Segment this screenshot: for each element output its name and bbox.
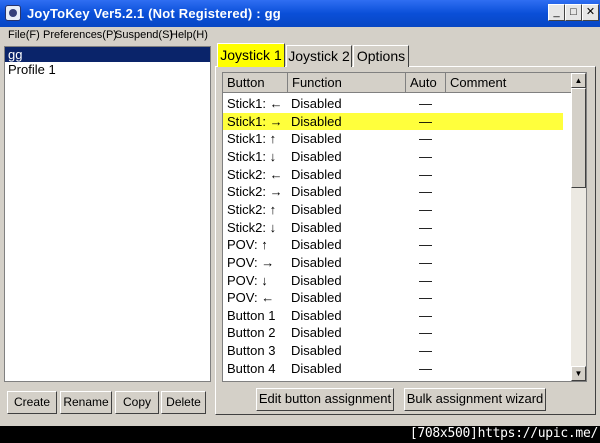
row-auto-cell: — — [419, 166, 432, 182]
profile-list[interactable]: gg Profile 1 — [4, 46, 211, 382]
row-function-cell: Disabled — [291, 360, 342, 376]
scrollbar-thumb[interactable] — [571, 88, 586, 188]
row-button-cell: Button 3 — [227, 343, 276, 359]
row-button-cell: POV: ← — [227, 290, 275, 306]
row-button-cell: Stick2: ↑ — [227, 201, 277, 217]
table-row[interactable]: Stick1: ↓ Disabled — — [223, 148, 563, 166]
scroll-down-icon[interactable]: ▼ — [571, 366, 586, 381]
row-auto-cell: — — [419, 113, 432, 129]
table-row[interactable]: Stick2: ↓ Disabled — — [223, 219, 563, 237]
row-function-cell: Disabled — [291, 148, 342, 164]
edit-button-assignment-button[interactable]: Edit button assignment — [256, 388, 394, 411]
table-row[interactable]: Button 3 Disabled — — [223, 342, 563, 360]
row-auto-cell: — — [419, 219, 432, 235]
row-button-cell: Button 2 — [227, 325, 276, 341]
menu-bar: File(F) Preferences(P) Suspend(S) Help(H… — [0, 27, 600, 44]
row-button-cell: Stick2: → — [227, 184, 283, 200]
column-header-comment[interactable]: Comment — [446, 73, 572, 93]
menu-file[interactable]: File(F) — [8, 29, 40, 41]
column-header-function[interactable]: Function — [288, 73, 406, 93]
row-auto-cell: — — [419, 201, 432, 217]
image-host-watermark: [708x500]https://upic.me/ — [409, 426, 598, 441]
row-button-cell: Stick1: ← — [227, 96, 283, 111]
row-button-cell: Stick1: ↓ — [227, 148, 277, 164]
title-bar[interactable]: JoyToKey Ver5.2.1 (Not Registered) : gg … — [0, 0, 600, 27]
table-row[interactable]: Stick2: ↑ Disabled — — [223, 201, 563, 219]
row-auto-cell: — — [419, 325, 432, 341]
row-auto-cell: — — [419, 254, 432, 270]
app-window: JoyToKey Ver5.2.1 (Not Registered) : gg … — [0, 0, 600, 426]
row-function-cell: Disabled — [291, 201, 342, 217]
column-header-auto[interactable]: Auto — [406, 73, 446, 93]
row-function-cell: Disabled — [291, 325, 342, 341]
table-row[interactable]: POV: → Disabled — — [223, 254, 563, 272]
row-auto-cell: — — [419, 96, 432, 111]
table-row[interactable]: POV: ↑ Disabled — — [223, 236, 563, 254]
window-title: JoyToKey Ver5.2.1 (Not Registered) : gg — [27, 6, 281, 21]
row-auto-cell: — — [419, 131, 432, 147]
create-profile-button[interactable]: Create — [7, 391, 57, 414]
table-row[interactable]: Button 1 Disabled — — [223, 307, 563, 325]
table-row[interactable]: Button 2 Disabled — — [223, 324, 563, 342]
row-auto-cell: — — [419, 307, 432, 323]
row-function-cell: Disabled — [291, 272, 342, 288]
joystick-app-icon[interactable] — [5, 5, 21, 21]
row-auto-cell: — — [419, 343, 432, 359]
row-function-cell: Disabled — [291, 343, 342, 359]
menu-suspend[interactable]: Suspend(S) — [115, 29, 173, 41]
table-row[interactable]: Stick1: ↑ Disabled — — [223, 130, 563, 148]
row-function-cell: Disabled — [291, 184, 342, 200]
table-row[interactable]: Stick2: ← Disabled — — [223, 166, 563, 184]
row-function-cell: Disabled — [291, 237, 342, 253]
vertical-scrollbar[interactable]: ▲ ▼ — [571, 73, 586, 381]
tab-options[interactable]: Options — [353, 45, 409, 67]
row-button-cell: Stick2: ← — [227, 166, 283, 182]
close-button[interactable]: ✕ — [582, 4, 599, 21]
row-button-cell: Button 4 — [227, 360, 276, 376]
table-row[interactable]: POV: ← Disabled — — [223, 289, 563, 307]
row-button-cell: POV: ↑ — [227, 237, 268, 253]
scroll-up-icon[interactable]: ▲ — [571, 73, 586, 88]
assignment-table[interactable]: Button Function Auto Comment Stick1: ← Di… — [222, 72, 587, 382]
table-row[interactable]: Stick2: → Disabled — — [223, 183, 563, 201]
tab-joystick-2[interactable]: Joystick 2 — [286, 45, 352, 67]
row-auto-cell: — — [419, 184, 432, 200]
menu-preferences[interactable]: Preferences(P) — [43, 29, 117, 41]
column-header-button[interactable]: Button — [223, 73, 288, 93]
minimize-button[interactable]: _ — [548, 4, 565, 21]
row-function-cell: Disabled — [291, 290, 342, 306]
menu-help[interactable]: Help(H) — [170, 29, 208, 41]
table-header: Button Function Auto Comment — [223, 73, 572, 93]
copy-profile-button[interactable]: Copy — [115, 391, 159, 414]
row-auto-cell: — — [419, 360, 432, 376]
row-button-cell: Stick1: → — [227, 113, 283, 129]
row-function-cell: Disabled — [291, 219, 342, 235]
row-function-cell: Disabled — [291, 166, 342, 182]
row-button-cell: Stick2: ↓ — [227, 219, 277, 235]
tab-joystick-1[interactable]: Joystick 1 — [217, 43, 285, 67]
profile-item[interactable]: Profile 1 — [5, 62, 210, 77]
table-row[interactable]: POV: ↓ Disabled — — [223, 272, 563, 290]
table-row[interactable]: Stick1: ← Disabled — — [223, 95, 563, 113]
row-auto-cell: — — [419, 272, 432, 288]
row-auto-cell: — — [419, 237, 432, 253]
table-row[interactable]: Button 4 Disabled — — [223, 360, 563, 378]
maximize-button[interactable]: □ — [565, 4, 582, 21]
row-function-cell: Disabled — [291, 254, 342, 270]
row-function-cell: Disabled — [291, 113, 342, 129]
row-function-cell: Disabled — [291, 131, 342, 147]
row-button-cell: POV: ↓ — [227, 272, 268, 288]
profile-item[interactable]: gg — [5, 47, 210, 62]
row-button-cell: Stick1: ↑ — [227, 131, 277, 147]
row-function-cell: Disabled — [291, 96, 342, 111]
delete-profile-button[interactable]: Delete — [161, 391, 206, 414]
table-row[interactable]: Stick1: → Disabled — — [223, 112, 563, 131]
rename-profile-button[interactable]: Rename — [60, 391, 112, 414]
row-auto-cell: — — [419, 148, 432, 164]
row-auto-cell: — — [419, 290, 432, 306]
row-button-cell: POV: → — [227, 254, 275, 270]
bulk-assignment-wizard-button[interactable]: Bulk assignment wizard — [404, 388, 546, 411]
row-function-cell: Disabled — [291, 307, 342, 323]
row-button-cell: Button 1 — [227, 307, 276, 323]
